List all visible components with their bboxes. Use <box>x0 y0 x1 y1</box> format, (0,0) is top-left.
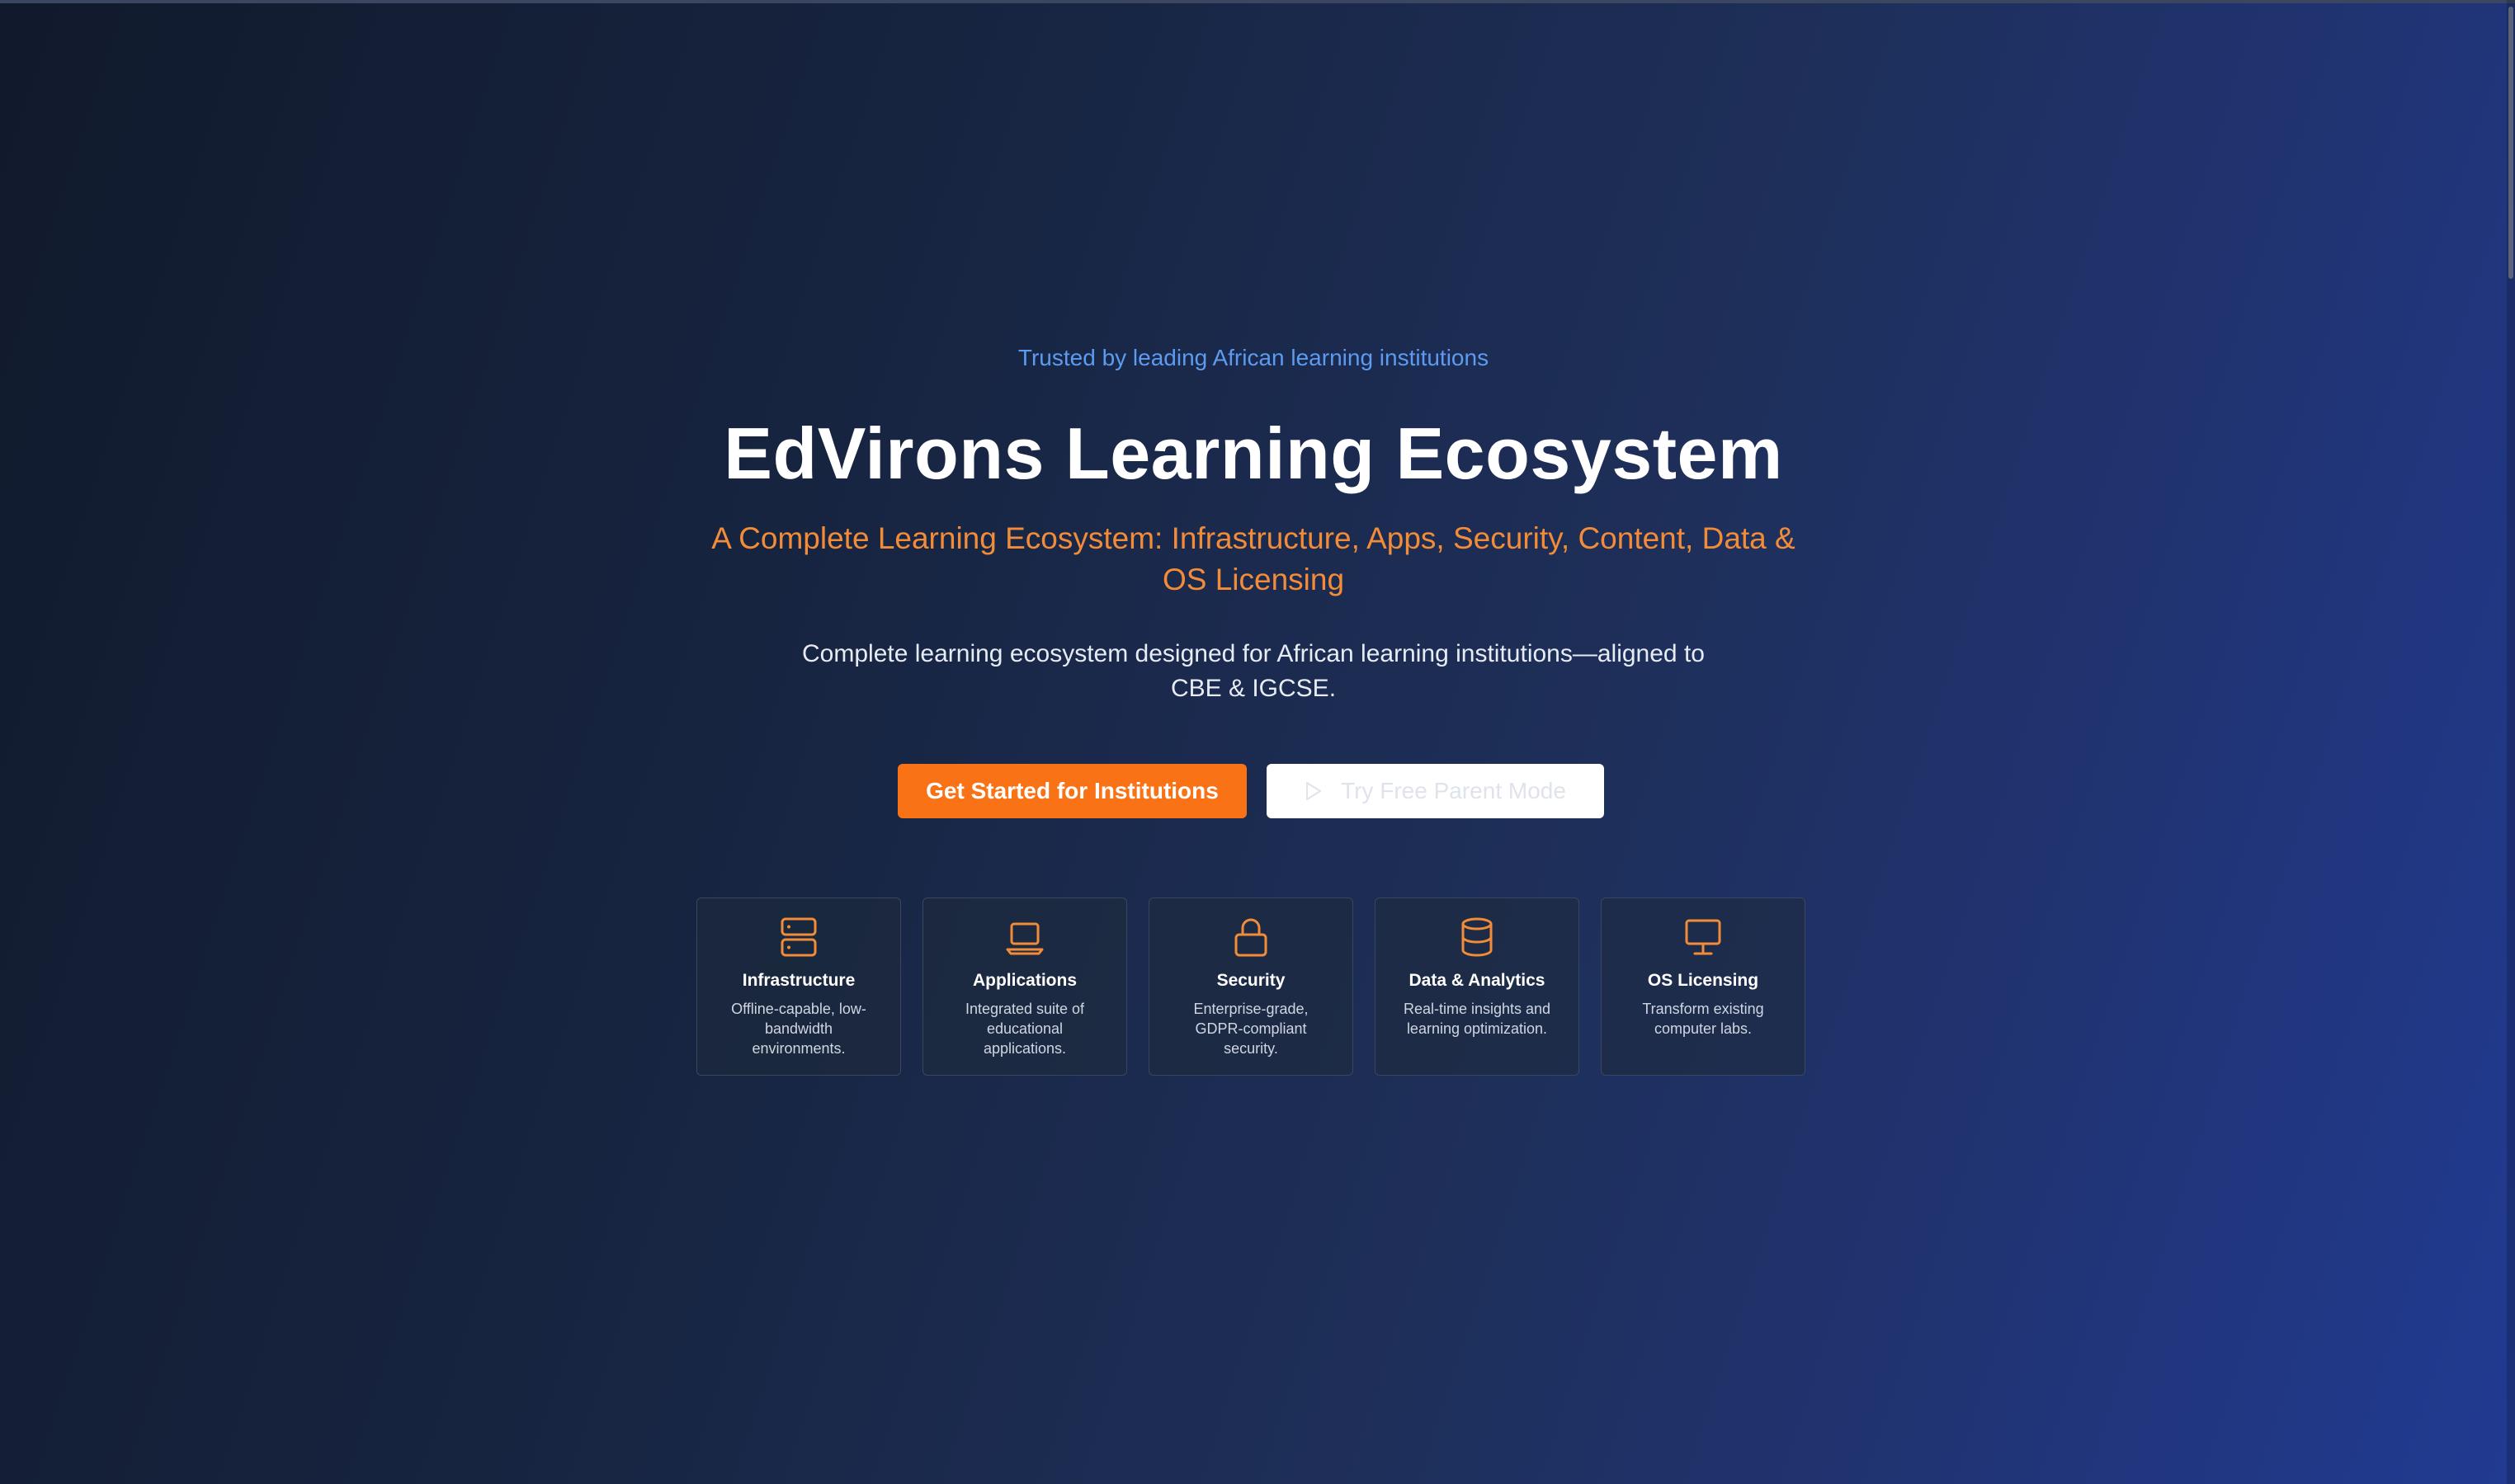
feature-title: Applications <box>972 971 1077 990</box>
feature-description: Enterprise-grade, GDPR-compliant securit… <box>1193 1001 1309 1057</box>
server-icon <box>781 917 817 957</box>
feature-card-applications: Applications Integrated suite of educati… <box>922 897 1127 1076</box>
feature-title: Data & Analytics <box>1408 971 1545 990</box>
try-parent-mode-button[interactable]: Try Free Parent Mode <box>1267 764 1604 818</box>
feature-cards: Infrastructure Offline-capable, low-band… <box>696 897 1807 1077</box>
try-parent-mode-label: Try Free Parent Mode <box>1341 778 1566 803</box>
scrollbar-thumb[interactable] <box>2508 7 2513 279</box>
play-icon <box>1306 782 1322 800</box>
feature-card-infrastructure: Infrastructure Offline-capable, low-band… <box>696 897 901 1076</box>
scrollbar[interactable] <box>2507 0 2515 1484</box>
feature-card-data-analytics: Data & Analytics Real-time insights and … <box>1375 897 1579 1076</box>
laptop-icon <box>1006 922 1044 955</box>
hero-subtitle: A Complete Learning Ecosystem: Infrastru… <box>711 521 1795 596</box>
page-title: EdVirons Learning Ecosystem <box>724 412 1783 494</box>
feature-title: Infrastructure <box>742 971 856 990</box>
feature-description: Offline-capable, low-bandwidth environme… <box>731 1001 866 1057</box>
trusted-by-tagline: Trusted by leading African learning inst… <box>1017 345 1489 370</box>
top-border <box>0 0 2515 3</box>
feature-description: Transform existing computer labs. <box>1642 1001 1764 1037</box>
database-icon <box>1461 917 1493 957</box>
feature-card-os-licensing: OS Licensing Transform existing computer… <box>1601 897 1805 1076</box>
lock-icon <box>1234 918 1267 957</box>
feature-card-security: Security Enterprise-grade, GDPR-complian… <box>1149 897 1353 1076</box>
hero-description: Complete learning ecosystem designed for… <box>802 640 1705 702</box>
feature-description: Real-time insights and learning optimiza… <box>1403 1001 1551 1037</box>
feature-title: OS Licensing <box>1647 971 1759 990</box>
feature-title: Security <box>1216 971 1286 990</box>
get-started-button[interactable]: Get Started for Institutions <box>898 764 1247 818</box>
feature-description: Integrated suite of educational applicat… <box>965 1001 1085 1057</box>
monitor-icon <box>1685 919 1721 955</box>
